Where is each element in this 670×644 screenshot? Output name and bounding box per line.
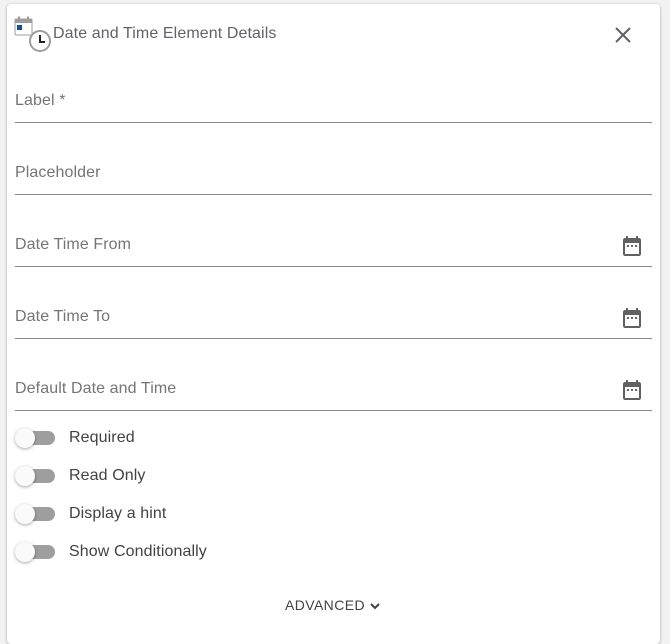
toggle-thumb xyxy=(15,428,35,448)
date-time-from-field[interactable]: Date Time From xyxy=(15,226,652,268)
date-time-icon xyxy=(14,16,51,52)
placeholder-input[interactable] xyxy=(15,154,619,196)
read-only-toggle[interactable] xyxy=(15,466,55,486)
read-only-toggle-row: Read Only xyxy=(15,463,415,491)
advanced-label: ADVANCED xyxy=(285,597,365,613)
date-time-from-input[interactable] xyxy=(15,226,619,268)
show-conditionally-label: Show Conditionally xyxy=(69,543,207,560)
date-time-to-input[interactable] xyxy=(15,298,619,340)
label-input[interactable] xyxy=(15,82,619,124)
close-icon[interactable] xyxy=(611,23,635,47)
required-toggle[interactable] xyxy=(15,428,55,448)
show-conditionally-toggle-row: Show Conditionally xyxy=(15,539,415,567)
calendar-icon[interactable] xyxy=(620,234,644,258)
display-hint-toggle[interactable] xyxy=(15,504,55,524)
toggle-thumb xyxy=(15,466,35,486)
label-field[interactable]: Label * xyxy=(15,82,652,124)
default-date-time-input[interactable] xyxy=(15,370,619,412)
show-conditionally-toggle[interactable] xyxy=(15,542,55,562)
toggle-thumb xyxy=(15,542,35,562)
toggle-thumb xyxy=(15,504,35,524)
placeholder-field[interactable]: Placeholder xyxy=(15,154,652,196)
chevron-down-icon xyxy=(370,603,380,610)
required-label: Required xyxy=(69,429,135,446)
advanced-button[interactable]: ADVANCED xyxy=(277,591,387,617)
calendar-icon[interactable] xyxy=(620,306,644,330)
display-hint-toggle-row: Display a hint xyxy=(15,501,415,529)
read-only-label: Read Only xyxy=(69,467,146,484)
dialog-title: Date and Time Element Details xyxy=(53,25,277,42)
dialog-header: Date and Time Element Details xyxy=(7,4,660,60)
date-time-to-field[interactable]: Date Time To xyxy=(15,298,652,340)
calendar-icon[interactable] xyxy=(620,378,644,402)
default-date-time-field[interactable]: Default Date and Time xyxy=(15,370,652,412)
required-toggle-row: Required xyxy=(15,425,415,453)
element-details-dialog: Date and Time Element Details Label * Pl… xyxy=(7,4,660,644)
display-hint-label: Display a hint xyxy=(69,505,167,522)
